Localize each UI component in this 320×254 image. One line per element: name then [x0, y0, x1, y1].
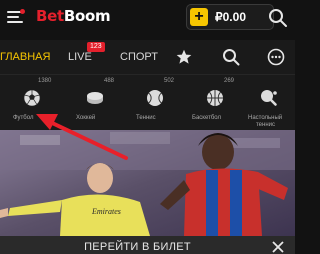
sport-item-football[interactable]: 1380 Футбол [7, 75, 67, 131]
search-icon[interactable] [222, 48, 240, 66]
tennis-ball-icon [147, 90, 163, 106]
top-header: BetBoom + ₽0.00 [0, 0, 295, 34]
sport-item-hockey[interactable]: 488 Хоккей [70, 75, 130, 131]
sport-label: Настольный [248, 115, 283, 121]
live-count-badge: 123 [87, 42, 105, 52]
basketball-icon [207, 90, 223, 106]
balance-amount: ₽0.00 [215, 10, 246, 24]
notification-dot [20, 9, 25, 14]
close-icon[interactable] [272, 241, 284, 253]
sport-item-table-tennis[interactable]: Настольный теннис [246, 75, 306, 131]
sport-count: 488 [104, 78, 115, 84]
balance-widget[interactable]: + ₽0.00 [186, 4, 274, 30]
sport-label: Баскетбол [192, 115, 221, 121]
sport-label: Футбол [13, 115, 34, 121]
tab-main[interactable]: ГЛАВНАЯ [0, 40, 50, 74]
sports-categories: 1380 Футбол 488 Хоккей 502 Теннис 269 Ба… [0, 74, 295, 130]
star-icon[interactable] [176, 49, 192, 65]
go-to-ticket-label: ПЕРЕЙТИ В БИЛЕТ [84, 241, 191, 253]
sport-count: 1380 [38, 78, 52, 84]
search-icon[interactable] [268, 8, 288, 28]
sport-item-basketball[interactable]: 269 Баскетбол [190, 75, 250, 131]
shirt-sponsor-text: Emirates [91, 207, 121, 216]
more-icon[interactable] [267, 48, 285, 66]
sport-label-line2: теннис [256, 122, 275, 128]
table-tennis-icon [261, 90, 277, 106]
football-match-photo: Emirates [0, 130, 295, 236]
hamburger-menu-icon[interactable] [7, 9, 25, 25]
bet-slip-bar[interactable]: ПЕРЕЙТИ В БИЛЕТ [0, 236, 295, 254]
soccer-ball-icon [23, 89, 41, 107]
sport-label: Теннис [136, 115, 156, 121]
main-nav: ГЛАВНАЯ LIVE 123 СПОРТ [0, 40, 295, 74]
sport-label: Хоккей [76, 115, 96, 121]
hockey-puck-icon [87, 92, 103, 104]
sport-count: 502 [164, 78, 175, 84]
tab-sport[interactable]: СПОРТ [120, 40, 158, 74]
sport-item-tennis[interactable]: 502 Теннис [130, 75, 190, 131]
add-funds-button[interactable]: + [190, 8, 208, 26]
betboom-logo[interactable]: BetBoom [36, 7, 111, 25]
promo-banner[interactable]: Emirates [0, 130, 295, 236]
sport-count: 269 [224, 78, 235, 84]
